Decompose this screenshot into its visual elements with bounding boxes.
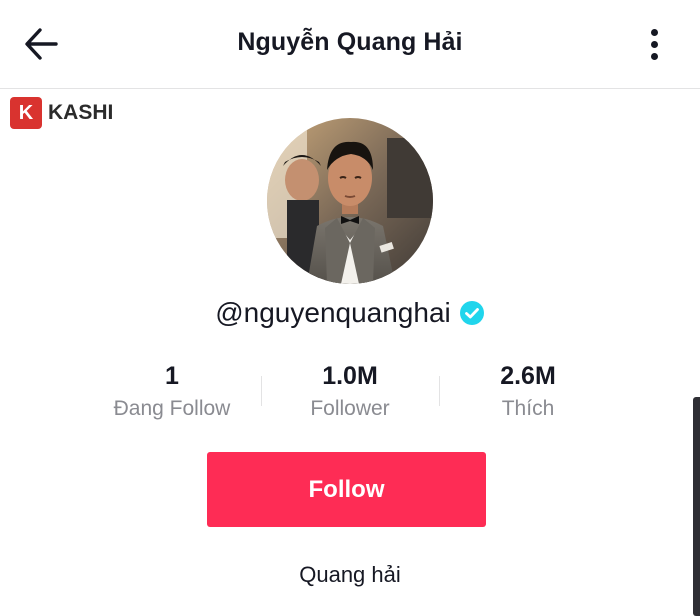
more-vertical-icon [651,29,658,36]
verified-badge-icon [459,301,484,325]
username-row: @nguyenquanghai [0,297,700,329]
kashi-logo-text: KASHI [48,101,114,124]
more-options-button[interactable] [640,26,670,64]
stat-label: Follower [310,397,390,420]
avatar-photo [267,118,433,284]
stat-value: 1.0M [322,362,378,390]
stat-following[interactable]: 1 Đang Follow [83,360,261,422]
kashi-logo: K [10,97,42,129]
profile-avatar[interactable] [267,118,433,284]
kashi-watermark: K KASHI [10,97,113,129]
page-title: Nguyễn Quang Hải [237,28,463,56]
profile-stats: 1 Đang Follow 1.0M Follower 2.6M Thích [83,360,617,430]
profile-bio: Quang hải [299,562,401,587]
stat-label: Thích [501,397,555,420]
follow-button[interactable]: Follow [207,452,486,527]
stat-label: Đang Follow [113,397,231,420]
stat-likes[interactable]: 2.6M Thích [439,360,617,422]
side-panel-edge [693,397,700,616]
stat-value: 1 [165,362,179,390]
username: @nguyenquanghai [215,297,451,328]
arrow-left-icon [25,28,58,60]
top-bar: Nguyễn Quang Hải [0,0,700,89]
stat-followers[interactable]: 1.0M Follower [261,360,439,422]
back-button[interactable] [18,22,66,66]
stat-value: 2.6M [500,362,556,390]
